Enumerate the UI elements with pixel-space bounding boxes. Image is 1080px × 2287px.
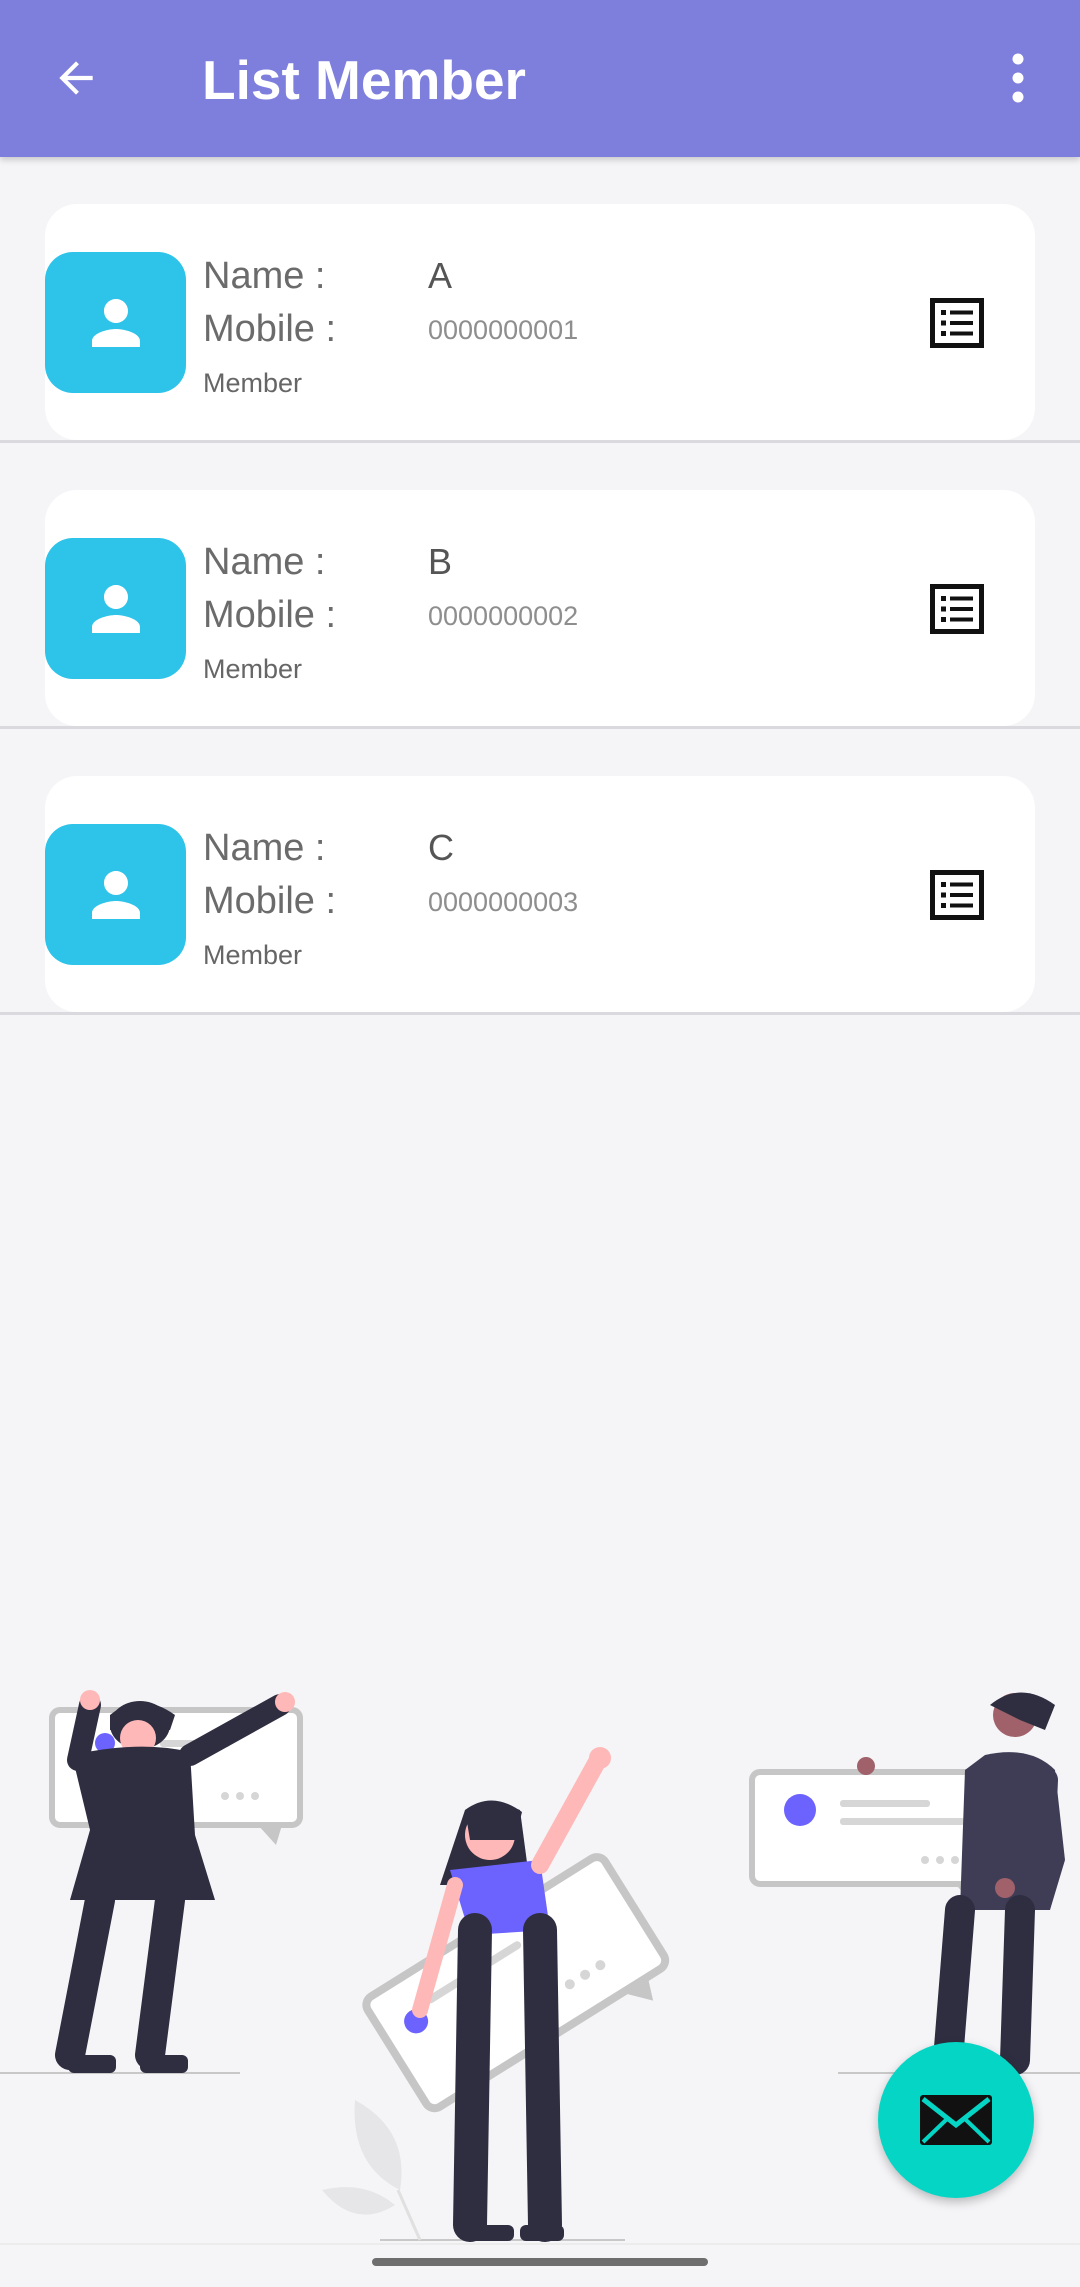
list-details-icon	[930, 584, 984, 634]
mobile-label: Mobile :	[203, 880, 337, 922]
mobile-label: Mobile :	[203, 594, 337, 636]
name-label: Name :	[203, 541, 326, 583]
more-options-button[interactable]	[990, 45, 1046, 111]
member-card[interactable]: Name : Mobile : Member C 0000000003	[45, 776, 1035, 1012]
avatar	[45, 538, 186, 679]
mail-icon	[920, 2095, 992, 2145]
member-name: A	[428, 255, 453, 296]
member-name: C	[428, 827, 454, 868]
app-bar: List Member	[0, 0, 1080, 157]
member-role: Member	[203, 940, 303, 970]
member-card[interactable]: Name : Mobile : Member A 0000000001	[45, 204, 1035, 440]
name-label: Name :	[203, 827, 326, 869]
details-button[interactable]	[927, 865, 987, 925]
more-vert-icon	[1012, 53, 1024, 103]
member-mobile: 0000000001	[428, 315, 579, 345]
name-label: Name :	[203, 255, 326, 297]
list-details-icon	[930, 298, 984, 348]
list-details-icon	[930, 870, 984, 920]
page-title: List Member	[202, 49, 526, 111]
screen: List Member Name : Mobile : Member A 000…	[0, 0, 1080, 2287]
bottom-divider	[0, 2243, 1080, 2245]
member-card[interactable]: Name : Mobile : Member B 0000000002	[45, 490, 1035, 726]
arrow-left-icon	[59, 61, 93, 95]
person-icon	[91, 584, 140, 633]
list-item: Name : Mobile : Member C 0000000003	[0, 729, 1080, 1015]
mobile-label: Mobile :	[203, 308, 337, 350]
avatar	[45, 824, 186, 965]
list-item: Name : Mobile : Member B 0000000002	[0, 443, 1080, 729]
list-item: Name : Mobile : Member A 0000000001	[0, 157, 1080, 443]
gesture-bar[interactable]	[372, 2258, 708, 2266]
avatar	[45, 252, 186, 393]
member-role: Member	[203, 654, 303, 684]
member-mobile: 0000000002	[428, 601, 579, 631]
back-button[interactable]	[40, 45, 112, 111]
member-role: Member	[203, 368, 303, 398]
member-mobile: 0000000003	[428, 887, 579, 917]
person-icon	[91, 298, 140, 347]
details-button[interactable]	[927, 579, 987, 639]
send-message-fab[interactable]	[878, 2042, 1034, 2198]
details-button[interactable]	[927, 293, 987, 353]
member-name: B	[428, 541, 453, 582]
person-icon	[91, 870, 140, 919]
